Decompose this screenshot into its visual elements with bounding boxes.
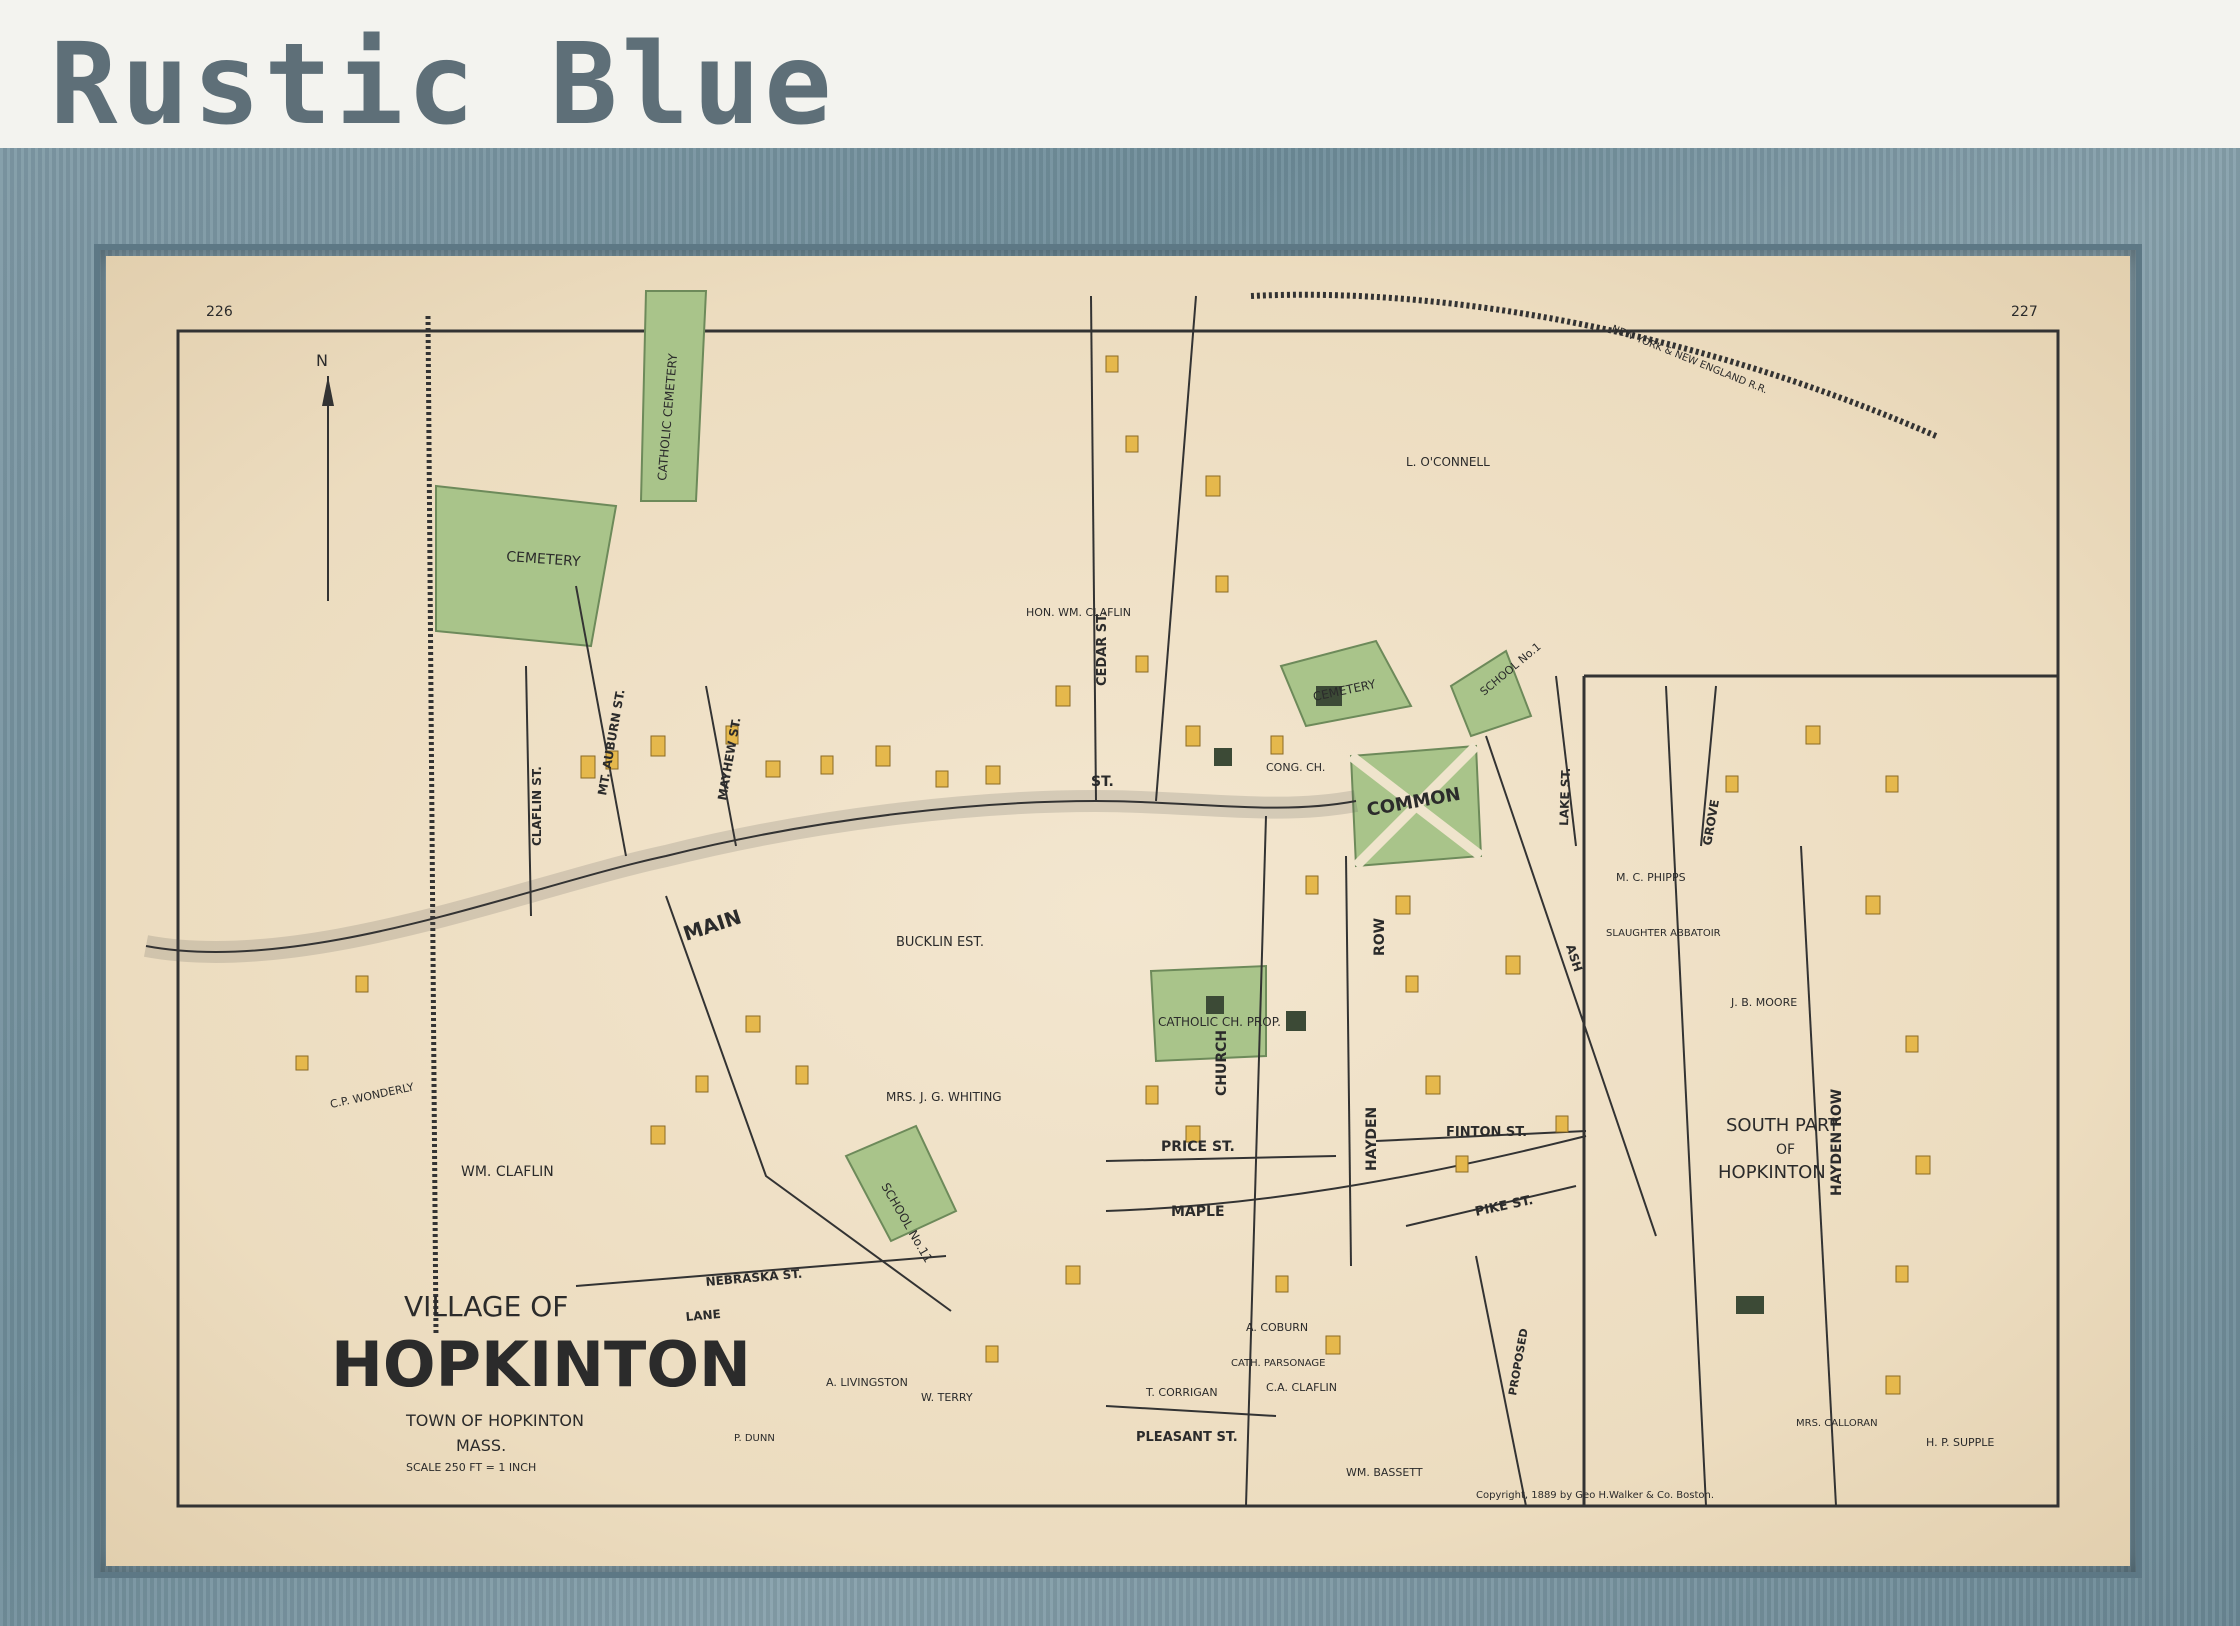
- corrigan-label: T. CORRIGAN: [1145, 1386, 1218, 1399]
- page-number-left: 226: [206, 304, 233, 320]
- cedar-st-label: CEDAR ST.: [1095, 611, 1110, 686]
- ca-claflin-label: C.A. CLAFLIN: [1266, 1381, 1337, 1394]
- st-label: ST.: [1091, 774, 1114, 790]
- south-of-label: OF: [1776, 1142, 1795, 1158]
- mt-auburn-label: MT. AUBURN ST.: [595, 688, 627, 796]
- hayden-row-south: [1665, 685, 1707, 1507]
- cong-ch-label: CONG. CH.: [1266, 761, 1325, 774]
- wonderly-label: C.P. WONDERLY: [329, 1080, 415, 1111]
- wood-street: [1155, 295, 1197, 802]
- calloran-label: MRS. CALLORAN: [1796, 1418, 1878, 1429]
- pleasant-st-label: PLEASANT ST.: [1136, 1430, 1238, 1445]
- whiting-label: MRS. J. G. WHITING: [886, 1090, 1002, 1104]
- main-street: [143, 789, 1359, 963]
- livingston-label: A. LIVINGSTON: [826, 1376, 908, 1389]
- page-title: Rustic Blue: [50, 20, 836, 150]
- copyright-label: Copyright, 1889 by Geo H.Walker & Co. Bo…: [1476, 1490, 1714, 1501]
- ash-label: ASH: [1563, 943, 1585, 974]
- coburn-label: A. COBURN: [1246, 1321, 1308, 1334]
- catholic-prop-label: CATHOLIC CH. PROP.: [1158, 1015, 1281, 1029]
- north-label: N: [316, 351, 328, 370]
- pike-st-label: PIKE ST.: [1474, 1193, 1535, 1220]
- town-name-label: HOPKINTON: [331, 1328, 751, 1401]
- dunn-label: P. DUNN: [734, 1433, 775, 1444]
- railroad-label: NEW YORK & NEW ENGLAND R.R.: [1610, 324, 1769, 397]
- maple-st-label: MAPLE: [1171, 1204, 1225, 1220]
- pleasant-street-south: [1105, 1405, 1277, 1417]
- lane-label: LANE: [685, 1307, 721, 1324]
- hayden-label: HAYDEN: [1364, 1107, 1380, 1171]
- hayden-row-label: HAYDEN ROW: [1829, 1089, 1845, 1196]
- railroad-main: [425, 315, 439, 1337]
- lake-st-label: LAKE ST.: [1557, 767, 1573, 826]
- public-buildings: [1206, 686, 1764, 1314]
- phipps-label: M. C. PHIPPS: [1616, 871, 1686, 884]
- claflin-st-label: CLAFLIN ST.: [530, 766, 544, 846]
- slaughter-label: SLAUGHTER ABBATOIR: [1606, 928, 1721, 939]
- main-st-label: MAIN: [680, 905, 744, 946]
- church-street: [1245, 815, 1267, 1507]
- row-label: ROW: [1372, 918, 1388, 956]
- scale-label: SCALE 250 FT = 1 INCH: [406, 1461, 536, 1474]
- church-st-label: CHURCH: [1214, 1030, 1230, 1096]
- picture-frame: 226 227 N CEMETERY CATHOLIC CEMETERY CEM…: [0, 148, 2240, 1626]
- buckling-label: BUCKLIN EST.: [896, 935, 984, 950]
- price-street: [1105, 1155, 1337, 1162]
- hayden-row: [1345, 855, 1352, 1267]
- price-st-label: PRICE ST.: [1161, 1139, 1235, 1155]
- village-map: 226 227 N CEMETERY CATHOLIC CEMETERY CEM…: [143, 290, 2060, 1508]
- grove-label: GROVE: [1700, 798, 1722, 846]
- nebraska-label: NEBRASKA ST.: [705, 1267, 803, 1289]
- cedar-street: [1090, 295, 1097, 802]
- bassett-label: WM. BASSETT: [1346, 1466, 1423, 1479]
- state-label: MASS.: [456, 1436, 506, 1455]
- page-number-right: 227: [2011, 304, 2038, 320]
- supple-label: H. P. SUPPLE: [1926, 1436, 1994, 1449]
- claflin-parcel-label: WM. CLAFLIN: [461, 1164, 554, 1180]
- oconnell-label: L. O'CONNELL: [1406, 455, 1490, 469]
- map-print: 226 227 N CEMETERY CATHOLIC CEMETERY CEM…: [106, 256, 2130, 1566]
- railroad-ny-ne: [1250, 291, 1938, 439]
- village-of-label: VILLAGE OF: [404, 1290, 568, 1323]
- proposed-label: PROPOSED: [1506, 1327, 1531, 1396]
- town-of-label: TOWN OF HOPKINTON: [405, 1411, 584, 1430]
- south-part-label: SOUTH PART: [1726, 1115, 1840, 1136]
- moore-label: J. B. MOORE: [1730, 996, 1797, 1009]
- parsonage-label: CATH. PARSONAGE: [1231, 1358, 1325, 1369]
- hon-claflin-label: HON. WM. CLAFLIN: [1026, 606, 1131, 619]
- terry-label: W. TERRY: [921, 1391, 973, 1404]
- south-name-label: HOPKINTON: [1718, 1162, 1826, 1183]
- finton-st-label: FINTON ST.: [1446, 1125, 1527, 1140]
